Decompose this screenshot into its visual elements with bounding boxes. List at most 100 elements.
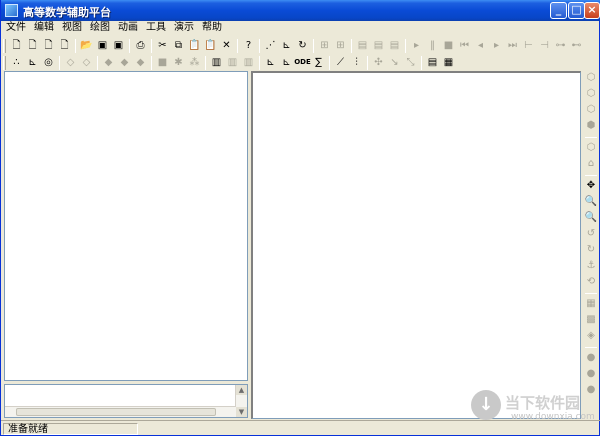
graph-canvas[interactable]: [251, 71, 581, 419]
graph-disabled-2-icon[interactable]: ⊞: [333, 38, 348, 53]
paste-special-icon[interactable]: 📋: [203, 38, 218, 53]
next-frame-icon[interactable]: ▸: [489, 38, 504, 53]
copy-icon[interactable]: ⧉: [171, 38, 186, 53]
sphere-2-icon[interactable]: ●: [584, 367, 598, 381]
stop-icon[interactable]: ■: [441, 38, 456, 53]
minimize-button[interactable]: _: [550, 2, 567, 19]
transform-disabled-2-icon[interactable]: ↘: [387, 55, 402, 70]
layer-icon[interactable]: ◈: [584, 329, 598, 343]
anchor-icon[interactable]: ⚓: [584, 259, 598, 273]
scroll-thumb[interactable]: [16, 408, 216, 416]
mesh-2-icon[interactable]: ▩: [584, 313, 598, 327]
toolbar-grip[interactable]: [3, 55, 6, 70]
menu-draw[interactable]: 绘图: [85, 21, 113, 35]
axes-icon[interactable]: ⊾: [263, 55, 278, 70]
graph-disabled-1-icon[interactable]: ⊞: [317, 38, 332, 53]
calculator-icon[interactable]: ▦: [441, 55, 456, 70]
print-icon[interactable]: ⎙: [133, 38, 148, 53]
rotate-left-icon[interactable]: ↺: [584, 227, 598, 241]
curve-edit-icon[interactable]: ↻: [295, 38, 310, 53]
shape-disabled-1-icon[interactable]: ■: [155, 55, 170, 70]
mesh-1-icon[interactable]: ▦: [584, 297, 598, 311]
range-4-icon[interactable]: ⊷: [569, 38, 584, 53]
main-window: 高等数学辅助平台 _ □ × 文件 编辑 视图 绘图 动画 工具 演示 帮助 🗋…: [0, 0, 600, 436]
axes-grid-icon[interactable]: ⊾: [279, 55, 294, 70]
3d-disabled-1-icon[interactable]: ▤: [355, 38, 370, 53]
equation-icon[interactable]: ∑: [311, 55, 326, 70]
close-button[interactable]: ×: [584, 2, 600, 19]
cube-view-5-icon[interactable]: ⬡: [584, 141, 598, 155]
house-icon[interactable]: ⌂: [584, 157, 598, 171]
cut-icon[interactable]: ✂: [155, 38, 170, 53]
zoom-out-icon[interactable]: 🔍: [584, 211, 598, 225]
cube-view-4-icon[interactable]: ⬢: [584, 119, 598, 133]
menu-animation[interactable]: 动画: [113, 21, 141, 35]
polar-plot-icon[interactable]: ◎: [41, 55, 56, 70]
paste-icon[interactable]: 📋: [187, 38, 202, 53]
shape-disabled-2-icon[interactable]: ✱: [171, 55, 186, 70]
solid-disabled-1-icon[interactable]: ◆: [101, 55, 116, 70]
solid-disabled-2-icon[interactable]: ◆: [117, 55, 132, 70]
table-icon[interactable]: ▥: [209, 55, 224, 70]
prev-frame-icon[interactable]: ◂: [473, 38, 488, 53]
rotate-right-icon[interactable]: ↻: [584, 243, 598, 257]
shape-disabled-3-icon[interactable]: ⁂: [187, 55, 202, 70]
last-frame-icon[interactable]: ⏭: [505, 38, 520, 53]
delete-icon[interactable]: ✕: [219, 38, 234, 53]
menu-tools[interactable]: 工具: [141, 21, 169, 35]
range-2-icon[interactable]: ⊣: [537, 38, 552, 53]
menu-edit[interactable]: 编辑: [29, 21, 57, 35]
tangent-icon[interactable]: ⟋: [333, 55, 348, 70]
solid-disabled-3-icon[interactable]: ◆: [133, 55, 148, 70]
scatter-icon[interactable]: ∴: [9, 55, 24, 70]
new-file-4-icon[interactable]: 🗋: [57, 38, 72, 53]
save-icon[interactable]: ▣: [95, 38, 110, 53]
function-plot-icon[interactable]: ⊾: [25, 55, 40, 70]
range-1-icon[interactable]: ⊢: [521, 38, 536, 53]
cube-view-1-icon[interactable]: ⬡: [584, 71, 598, 85]
pause-icon[interactable]: ‖: [425, 38, 440, 53]
bar-chart-icon[interactable]: ⫶: [349, 55, 364, 70]
new-file-2-icon[interactable]: 🗋: [25, 38, 40, 53]
cube-view-3-icon[interactable]: ⬡: [584, 103, 598, 117]
maximize-button[interactable]: □: [568, 2, 585, 19]
new-file-icon[interactable]: 🗋: [9, 38, 24, 53]
menu-file[interactable]: 文件: [1, 21, 29, 35]
scroll-up-icon[interactable]: ▲: [236, 385, 247, 395]
toolbar-grip[interactable]: [3, 38, 6, 53]
title-bar[interactable]: 高等数学辅助平台 _ □ ×: [1, 0, 600, 21]
menu-help[interactable]: 帮助: [197, 21, 225, 35]
vertical-scrollbar[interactable]: ▲ ▼: [235, 385, 247, 417]
surface-disabled-2-icon[interactable]: ◇: [79, 55, 94, 70]
object-list-pane[interactable]: [4, 71, 248, 381]
surface-disabled-1-icon[interactable]: ◇: [63, 55, 78, 70]
curve-plot-icon[interactable]: ⊾: [279, 38, 294, 53]
save-as-icon[interactable]: ▣: [111, 38, 126, 53]
scroll-down-icon[interactable]: ▼: [236, 407, 247, 417]
open-folder-icon[interactable]: 📂: [79, 38, 94, 53]
status-panel: 准备就绪: [3, 423, 138, 435]
first-frame-icon[interactable]: ⏮: [457, 38, 472, 53]
point-plot-icon[interactable]: ⋰: [263, 38, 278, 53]
help-icon[interactable]: ?: [241, 38, 256, 53]
3d-disabled-3-icon[interactable]: ▤: [387, 38, 402, 53]
document-icon[interactable]: ▤: [425, 55, 440, 70]
transform-disabled-3-icon[interactable]: ⤡: [403, 55, 418, 70]
menu-view[interactable]: 视图: [57, 21, 85, 35]
play-icon[interactable]: ▸: [409, 38, 424, 53]
spin-icon[interactable]: ⟲: [584, 275, 598, 289]
table-disabled-1-icon[interactable]: ▥: [225, 55, 240, 70]
3d-disabled-2-icon[interactable]: ▤: [371, 38, 386, 53]
horizontal-scrollbar[interactable]: [5, 406, 236, 417]
new-file-3-icon[interactable]: 🗋: [41, 38, 56, 53]
cube-view-2-icon[interactable]: ⬡: [584, 87, 598, 101]
zoom-in-icon[interactable]: 🔍: [584, 195, 598, 209]
range-3-icon[interactable]: ⊶: [553, 38, 568, 53]
transform-disabled-1-icon[interactable]: ✣: [371, 55, 386, 70]
move-icon[interactable]: ✥: [584, 179, 598, 193]
sphere-1-icon[interactable]: ●: [584, 351, 598, 365]
command-pane[interactable]: ▲ ▼: [4, 384, 248, 418]
table-disabled-2-icon[interactable]: ▥: [241, 55, 256, 70]
menu-demo[interactable]: 演示: [169, 21, 197, 35]
ode-icon[interactable]: ODE: [294, 55, 311, 70]
